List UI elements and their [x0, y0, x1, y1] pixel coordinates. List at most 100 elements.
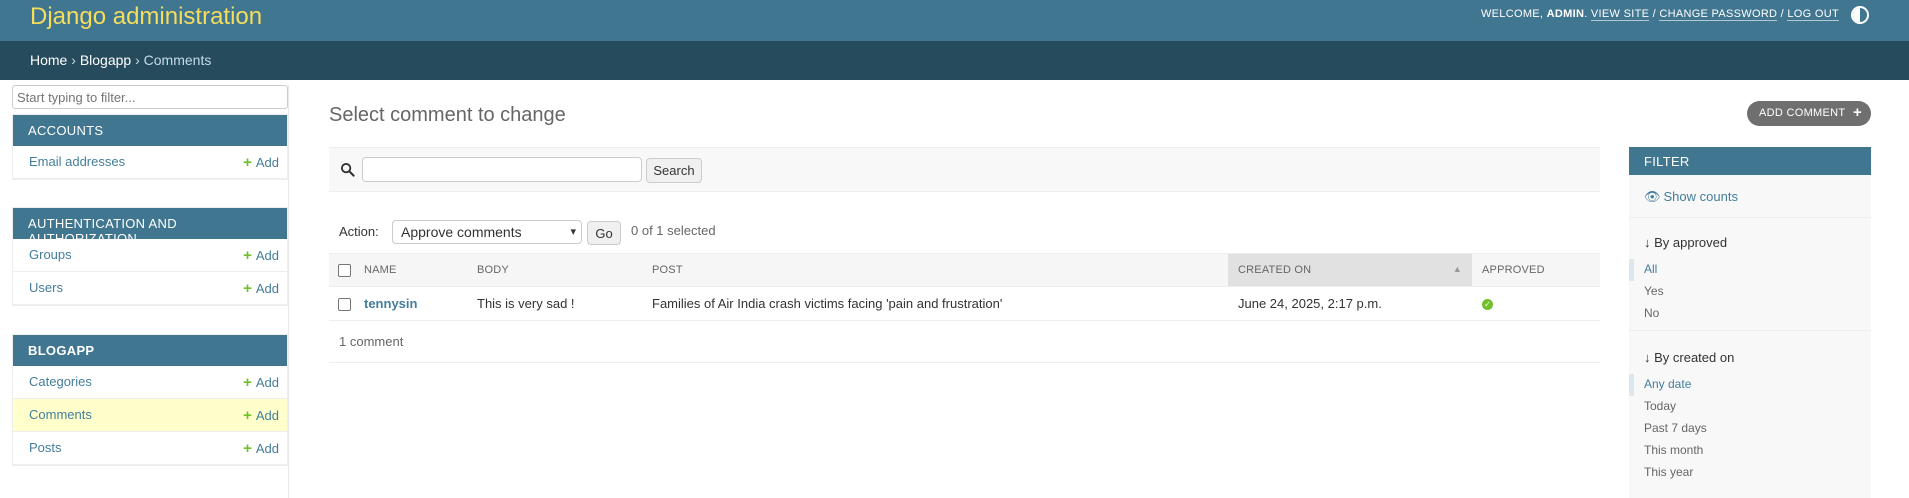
filter-title: Filter: [1629, 147, 1871, 175]
add-category-link[interactable]: + Add: [243, 374, 279, 391]
search-input[interactable]: [362, 157, 642, 182]
cell-created-on: June 24, 2025, 2:17 p.m.: [1228, 286, 1472, 321]
filter-heading-created-on: ↓ By created on: [1644, 350, 1735, 365]
sidebar-item-categories[interactable]: Categories + Add: [13, 366, 287, 399]
filter-option-this-month[interactable]: This month: [1629, 440, 1871, 462]
row-checkbox[interactable]: [338, 298, 351, 312]
column-header-post[interactable]: Post: [642, 253, 1228, 287]
sidebar-item-groups[interactable]: Groups + Add: [13, 239, 287, 272]
filter-panel: Filter 👁 Show counts ↓ By approved All Ye…: [1629, 147, 1871, 498]
breadcrumb: Home › Blogapp › Comments: [0, 41, 1909, 80]
header-bar: Django administration Welcome, admin. Vi…: [0, 0, 1909, 41]
column-header-approved[interactable]: Approved: [1472, 253, 1600, 287]
row-select-cell: [329, 286, 354, 321]
model-link[interactable]: Users: [29, 280, 63, 295]
filter-heading-approved: ↓ By approved: [1644, 235, 1728, 250]
filter-option-no[interactable]: No: [1629, 303, 1871, 325]
welcome-text: Welcome,: [1480, 8, 1544, 20]
plus-icon: +: [243, 280, 252, 297]
nav-sidebar: Accounts Email addresses +Add Authentica…: [12, 85, 289, 498]
model-link[interactable]: Posts: [29, 440, 62, 455]
site-name-link[interactable]: Django administration: [30, 3, 262, 31]
plus-icon: +: [243, 440, 252, 457]
filter-option-yes[interactable]: Yes: [1629, 281, 1871, 303]
action-select[interactable]: Approve comments ▾: [392, 220, 582, 244]
model-link[interactable]: Email addresses: [29, 154, 125, 169]
filter-option-today[interactable]: Today: [1629, 396, 1871, 418]
approved-yes-icon: ✓: [1482, 299, 1493, 311]
eye-icon: 👁: [1644, 189, 1661, 204]
divider: [1629, 217, 1871, 218]
select-all-header: [329, 253, 354, 287]
theme-toggle-icon[interactable]: [1851, 6, 1869, 24]
model-link[interactable]: Categories: [29, 374, 92, 389]
table-row: tennysin This is very sad ! Families of …: [329, 286, 1600, 321]
page-title: Select comment to change: [329, 104, 566, 126]
add-label: Add: [255, 375, 279, 390]
add-user-link[interactable]: + Add: [243, 280, 279, 297]
separator: /: [1780, 8, 1785, 20]
show-counts-link[interactable]: 👁 Show counts: [1644, 189, 1738, 205]
app-caption[interactable]: Blogapp: [13, 335, 287, 366]
filter-option-this-year[interactable]: This year: [1629, 462, 1871, 484]
search-toolbar: Search: [329, 147, 1600, 192]
cell-name: tennysin: [354, 286, 467, 321]
sidebar-item-comments[interactable]: Comments + Add: [13, 399, 287, 432]
filter-list-approved: All Yes No: [1629, 259, 1871, 325]
app-module-auth: Authentication and Authorization Groups …: [12, 207, 288, 306]
log-out-link[interactable]: Log out: [1787, 8, 1839, 21]
show-counts-label: Show counts: [1663, 189, 1738, 204]
model-link[interactable]: Groups: [29, 247, 72, 262]
breadcrumb-separator: ›: [71, 52, 76, 68]
breadcrumb-app[interactable]: Blogapp: [80, 52, 131, 68]
column-header-created-on[interactable]: Created on ▲: [1228, 253, 1472, 287]
model-link[interactable]: Comments: [29, 407, 92, 422]
sort-ascending-icon[interactable]: ▲: [1453, 264, 1462, 274]
action-selected-value: Approve comments: [401, 224, 522, 240]
add-label: Add: [255, 441, 279, 456]
add-comment-button[interactable]: Add comment +: [1747, 101, 1871, 126]
cell-post: Families of Air India crash victims faci…: [642, 286, 1228, 321]
separator: /: [1652, 8, 1656, 20]
plus-icon: +: [243, 374, 252, 391]
select-all-checkbox[interactable]: [338, 263, 351, 277]
go-button[interactable]: Go: [587, 221, 621, 245]
app-caption[interactable]: Accounts: [13, 115, 287, 146]
app-module-accounts: Accounts Email addresses + Add: [12, 114, 288, 180]
filter-option-any-date[interactable]: Any date: [1629, 374, 1871, 396]
add-post-link[interactable]: + Add: [243, 440, 279, 457]
table-header-row: Name Body Post Created on ▲ Approved: [329, 253, 1600, 287]
column-header-body[interactable]: Body: [467, 253, 642, 287]
user-tools: Welcome, admin. View site / Change passw…: [1480, 8, 1839, 21]
comment-name-link[interactable]: tennysin: [364, 296, 417, 311]
add-comment-label: Add comment: [1759, 107, 1846, 119]
search-icon: [340, 162, 355, 177]
app-caption[interactable]: Authentication and Authorization: [13, 208, 287, 246]
add-label: Add: [255, 281, 279, 296]
chevron-down-icon: ▾: [570, 226, 576, 238]
selected-count: 0 of 1 selected: [631, 223, 716, 238]
sidebar-item-users[interactable]: Users + Add: [13, 272, 287, 305]
filter-list-created-on: Any date Today Past 7 days This month Th…: [1629, 374, 1871, 484]
column-header-label: Created on: [1238, 264, 1312, 276]
change-password-link[interactable]: Change password: [1659, 8, 1778, 21]
paginator: 1 comment: [329, 320, 1600, 363]
filter-option-past-7-days[interactable]: Past 7 days: [1629, 418, 1871, 440]
add-group-link[interactable]: + Add: [243, 247, 279, 264]
breadcrumb-home[interactable]: Home: [30, 52, 67, 68]
sidebar-item-email-addresses[interactable]: Email addresses + Add: [13, 146, 287, 179]
add-comment-link[interactable]: + Add: [243, 407, 279, 424]
view-site-link[interactable]: View site: [1590, 8, 1650, 21]
nav-filter-input[interactable]: [12, 85, 288, 109]
sidebar-item-posts[interactable]: Posts + Add: [13, 432, 287, 465]
breadcrumb-separator: ›: [135, 52, 140, 68]
search-button[interactable]: Search: [646, 158, 702, 183]
filter-option-all[interactable]: All: [1629, 259, 1871, 281]
breadcrumb-current: Comments: [143, 52, 212, 68]
cell-body: This is very sad !: [467, 286, 642, 321]
plus-icon: +: [243, 247, 252, 264]
column-header-name[interactable]: Name: [354, 253, 467, 287]
add-email-address-link[interactable]: + Add: [243, 154, 279, 171]
divider: [1629, 330, 1871, 331]
action-label: Action:: [339, 224, 379, 239]
